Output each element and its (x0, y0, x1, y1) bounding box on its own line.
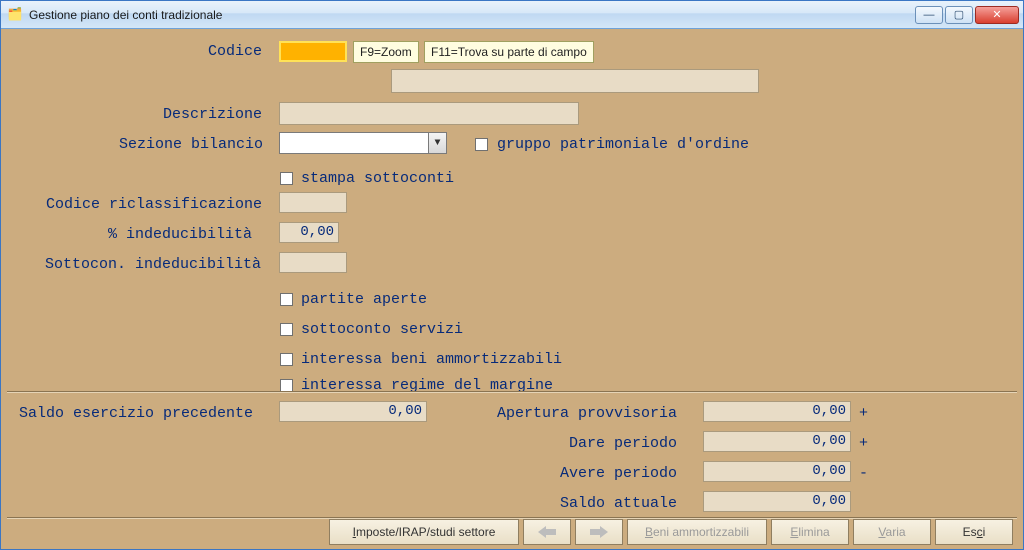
sottocon-inded-input[interactable] (279, 252, 347, 273)
separator-1 (7, 391, 1017, 393)
label-interessa-beni: interessa beni ammortizzabili (301, 351, 562, 368)
sottoconto-servizi-checkbox[interactable] (280, 323, 293, 336)
label-avere-periodo: Avere periodo (560, 465, 677, 482)
close-button[interactable]: ✕ (975, 6, 1019, 24)
label-partite-aperte: partite aperte (301, 291, 427, 308)
sezione-bilancio-select[interactable]: ▼ (279, 132, 447, 154)
dare-periodo-display: 0,00 (703, 431, 851, 452)
label-descrizione: Descrizione (163, 106, 262, 123)
next-button[interactable] (575, 519, 623, 545)
varia-button[interactable]: Varia (853, 519, 931, 545)
beni-button[interactable]: Beni ammortizzabili (627, 519, 767, 545)
label-pct-inded: % indeducibilità (108, 226, 252, 243)
window-controls: — ▢ ✕ (915, 6, 1019, 24)
label-sottocon-inded: Sottocon. indeducibilità (45, 256, 261, 273)
avere-periodo-display: 0,00 (703, 461, 851, 482)
saldo-esercizio-display: 0,00 (279, 401, 427, 422)
label-sottoconto-servizi: sottoconto servizi (301, 321, 463, 338)
label-apertura-provv: Apertura provvisoria (497, 405, 677, 422)
label-codice-riclass: Codice riclassificazione (46, 196, 262, 213)
esci-button[interactable]: Esci (935, 519, 1013, 545)
avere-sign: - (859, 465, 868, 482)
maximize-button[interactable]: ▢ (945, 6, 973, 24)
apertura-sign: + (859, 405, 868, 422)
chevron-down-icon: ▼ (428, 133, 446, 153)
title-bar: 🗂️ Gestione piano dei conti tradizionale… (1, 1, 1023, 29)
label-gruppo-patrimoniale: gruppo patrimoniale d'ordine (497, 136, 749, 153)
f11-find-button[interactable]: F11=Trova su parte di campo (424, 41, 594, 63)
pct-inded-input[interactable]: 0,00 (279, 222, 339, 243)
app-window: 🗂️ Gestione piano dei conti tradizionale… (0, 0, 1024, 550)
f9-zoom-button[interactable]: F9=Zoom (353, 41, 419, 63)
label-codice: Codice (208, 43, 262, 60)
saldo-attuale-display: 0,00 (703, 491, 851, 512)
window-title: Gestione piano dei conti tradizionale (29, 8, 915, 22)
label-dare-periodo: Dare periodo (569, 435, 677, 452)
label-stampa-sottoconti: stampa sottoconti (301, 170, 454, 187)
arrow-left-icon (538, 526, 556, 538)
minimize-button[interactable]: — (915, 6, 943, 24)
dare-sign: + (859, 435, 868, 452)
label-saldo-attuale: Saldo attuale (560, 495, 677, 512)
gruppo-patrimoniale-checkbox[interactable] (475, 138, 488, 151)
codice-ext-display (391, 69, 759, 93)
app-icon: 🗂️ (7, 7, 23, 23)
bottom-toolbar: Imposte/IRAP/studi settore Beni ammortiz… (7, 515, 1017, 549)
label-saldo-esercizio: Saldo esercizio precedente (19, 405, 253, 422)
imposte-button[interactable]: Imposte/IRAP/studi settore (329, 519, 519, 545)
prev-button[interactable] (523, 519, 571, 545)
client-area: Codice F9=Zoom F11=Trova su parte di cam… (1, 29, 1023, 549)
partite-aperte-checkbox[interactable] (280, 293, 293, 306)
interessa-beni-checkbox[interactable] (280, 353, 293, 366)
elimina-button[interactable]: Elimina (771, 519, 849, 545)
codice-input[interactable] (279, 41, 347, 62)
apertura-provv-display: 0,00 (703, 401, 851, 422)
stampa-sottoconti-checkbox[interactable] (280, 172, 293, 185)
descrizione-input[interactable] (279, 102, 579, 125)
codice-riclass-input[interactable] (279, 192, 347, 213)
label-sezione-bilancio: Sezione bilancio (119, 136, 263, 153)
arrow-right-icon (590, 526, 608, 538)
